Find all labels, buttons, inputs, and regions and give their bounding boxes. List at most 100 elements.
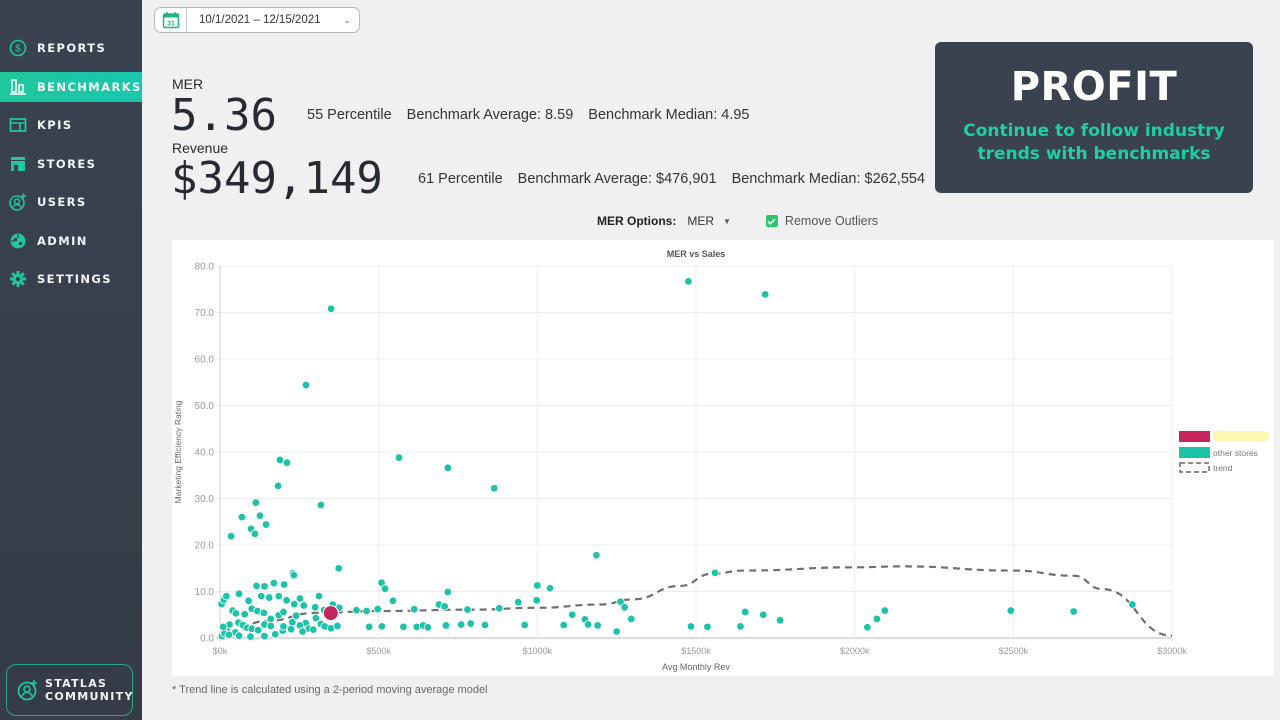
sidebar-item-stores[interactable]: STORES (0, 149, 142, 179)
revenue-percentile: 61 Percentile (418, 171, 503, 187)
other-store-point (686, 622, 696, 631)
chart-axes: 0.0 10.0 20.0 30.0 40.0 50.0 60.0 70.0 80.0 $0k $5… (195, 262, 1188, 657)
other-store-point (443, 463, 453, 473)
promo-subtitle: Continue to follow industry trends with … (935, 120, 1253, 166)
other-store-point (364, 622, 374, 632)
other-store-point (362, 606, 371, 616)
other-store-point (593, 621, 602, 630)
other-store-point (443, 587, 453, 597)
other-store-point (545, 584, 555, 593)
other-store-point (251, 498, 261, 507)
other-store-point (295, 594, 305, 603)
remove-outliers-checkbox[interactable] (765, 215, 778, 227)
sidebar-item-label: USERS (37, 195, 87, 209)
sidebar-item-kpis[interactable]: KPIS (0, 110, 142, 140)
other-store-point (703, 622, 712, 632)
other-store-point (224, 630, 234, 639)
x-tick-label: $1000k (523, 646, 553, 656)
legend-label-redacted (1213, 431, 1269, 442)
mer-benchmark-median: Benchmark Median: 4.95 (588, 107, 750, 123)
mer-stats: 55 Percentile Benchmark Average: 8.59 Be… (307, 107, 761, 123)
other-store-point (620, 603, 629, 612)
other-store-point (440, 602, 449, 611)
mer-options-select[interactable]: MER ▼ (687, 214, 731, 228)
other-store-point (463, 605, 472, 614)
other-store-point (334, 564, 343, 573)
other-store-point (234, 631, 244, 640)
other-store-point (266, 621, 275, 631)
other-store-point (255, 511, 265, 520)
other-store-point (260, 631, 269, 641)
x-tick-label: $3000k (1157, 646, 1187, 656)
sidebar-item-benchmarks[interactable]: BENCHMARKS (0, 71, 142, 102)
other-store-point (326, 304, 336, 313)
mer-value: 5.36 (171, 90, 277, 141)
other-store-point (489, 484, 499, 493)
chart-title: MER vs Sales (667, 249, 726, 259)
other-store-point (271, 630, 280, 639)
mer-options-bar: MER Options: MER ▼ Remove Outliers (597, 214, 878, 228)
x-tick-label: $1500k (681, 646, 711, 656)
other-store-point (279, 580, 289, 589)
mer-options-selected: MER (687, 214, 714, 228)
other-store-point (684, 277, 693, 286)
y-tick-label: 60.0 (195, 355, 215, 366)
svg-text:31: 31 (167, 20, 175, 27)
other-store-point (456, 620, 466, 629)
store-icon (9, 155, 27, 173)
other-store-point (266, 614, 275, 624)
other-store-point (286, 624, 296, 634)
sidebar-item-label: STORES (37, 156, 97, 171)
other-store-point (282, 458, 292, 467)
other-store-point (740, 607, 750, 617)
other-store-point (466, 619, 475, 628)
other-store-point (301, 380, 311, 390)
other-store-point (1069, 607, 1078, 616)
x-tick-label: $2000k (840, 646, 870, 656)
statlas-community-button[interactable]: STATLAS COMMUNITY (6, 664, 133, 716)
globe-icon (9, 232, 27, 250)
gear-icon (9, 270, 27, 288)
sidebar-item-reports[interactable]: $ REPORTS (0, 33, 142, 63)
other-store-point (399, 622, 408, 632)
legend-label-other-stores: other stores (1213, 448, 1258, 458)
community-line1: STATLAS (45, 677, 108, 690)
remove-outliers-label[interactable]: Remove Outliers (785, 214, 878, 228)
date-range-picker[interactable]: 31 10/1/2021 – 12/15/2021 ⌄ (154, 7, 360, 33)
add-user-icon (9, 193, 27, 211)
other-stores-series (217, 277, 1137, 641)
other-store-point (532, 596, 541, 605)
other-store-point (568, 610, 577, 619)
other-store-point (275, 455, 285, 465)
y-tick-label: 20.0 (195, 541, 215, 552)
legend-swatch-trend (1179, 462, 1210, 473)
other-store-point (234, 589, 244, 599)
other-store-point (261, 520, 271, 529)
checkmark-icon (767, 217, 776, 225)
other-store-point (240, 610, 249, 619)
other-store-point (333, 621, 342, 631)
other-store-point (388, 596, 398, 605)
dashboard-icon (9, 116, 27, 134)
bar-chart-icon (9, 78, 27, 96)
legend-label-trend: trend (1213, 463, 1233, 473)
calendar-icon: 31 (155, 8, 187, 32)
other-store-point (246, 632, 255, 641)
other-store-point (441, 621, 451, 630)
revenue-value: $349,149 (171, 153, 383, 204)
sidebar-item-users[interactable]: USERS (0, 187, 142, 217)
other-store-point (1006, 606, 1015, 615)
other-store-point (274, 591, 283, 601)
other-store-point (514, 597, 523, 607)
sidebar-item-label: BENCHMARKS (37, 79, 142, 94)
other-store-point (299, 601, 308, 610)
promo-title: PROFIT (1010, 64, 1178, 110)
other-store-point (282, 596, 291, 605)
sidebar-item-settings[interactable]: SETTINGS (0, 264, 142, 294)
other-store-point (231, 609, 241, 618)
other-store-point (289, 571, 299, 580)
community-line2: COMMUNITY (45, 690, 134, 703)
promo-subtitle-line1: Continue to follow industry (963, 121, 1225, 141)
other-store-point (260, 582, 269, 591)
sidebar-item-admin[interactable]: ADMIN (0, 226, 142, 256)
